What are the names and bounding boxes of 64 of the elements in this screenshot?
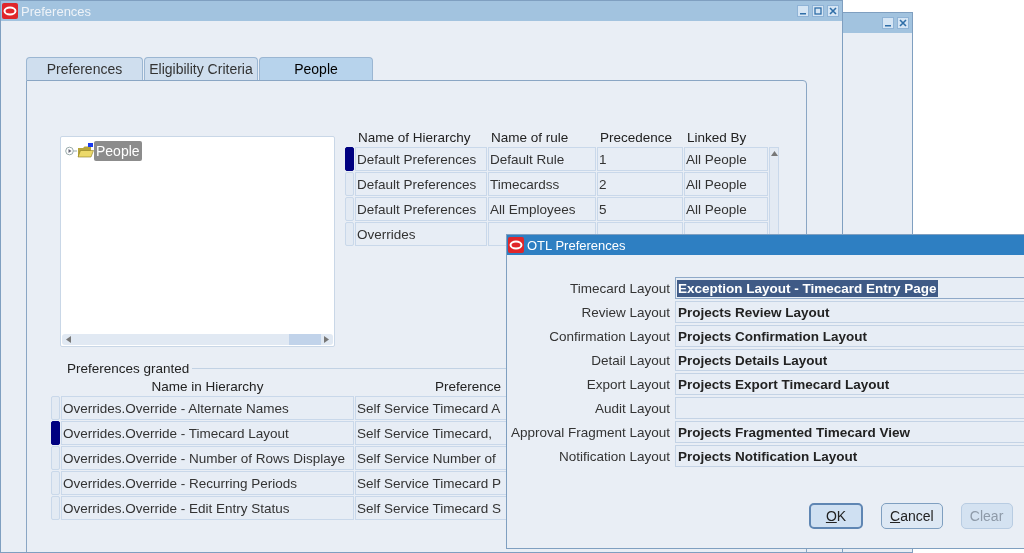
close-button[interactable] <box>827 5 839 17</box>
field-label: Timecard Layout <box>568 280 670 296</box>
close-button[interactable] <box>897 17 909 29</box>
table-cell: Overrides.Override - Alternate Names <box>61 396 354 420</box>
input-field[interactable] <box>675 397 1024 419</box>
table-cell: 1 <box>597 147 683 171</box>
table-cell: All People <box>684 147 768 171</box>
tab[interactable]: People <box>259 57 373 80</box>
column-header: Name in Hierarchy <box>150 379 265 395</box>
column-header: Precedence <box>599 130 674 146</box>
minimize-button[interactable] <box>797 5 809 17</box>
dialog-title: OTL Preferences <box>527 237 627 253</box>
expand-icon[interactable] <box>65 146 77 156</box>
scroll-right-icon[interactable] <box>324 336 329 343</box>
maximize-button[interactable] <box>812 5 824 17</box>
scroll-up-icon[interactable] <box>770 151 778 156</box>
input-field[interactable]: Projects Fragmented Timecard View <box>675 421 1024 443</box>
table-cell: Overrides.Override - Number of Rows Displaye <box>61 446 354 470</box>
table-cell: Overrides.Override - Timecard Layout <box>61 421 354 445</box>
table-cell: Default Rule <box>488 147 596 171</box>
tab[interactable]: Preferences <box>26 57 143 80</box>
column-header: Preference <box>435 379 502 395</box>
window-title: Preferences <box>21 3 93 19</box>
group-title: Preferences granted <box>66 361 191 376</box>
tab[interactable]: Eligibility Criteria <box>144 57 258 80</box>
table-cell: Default Preferences <box>355 197 487 221</box>
dialog-button[interactable]: Cancel <box>881 503 943 529</box>
close-icon <box>829 7 837 15</box>
input-field[interactable]: Exception Layout - Timecard Entry Page <box>675 277 1024 299</box>
dialog-button[interactable]: OK <box>809 503 863 529</box>
minimize-button[interactable] <box>882 17 894 29</box>
field-label: Detail Layout <box>590 352 670 368</box>
field-label: Confirmation Layout <box>548 328 670 344</box>
input-field[interactable]: Projects Details Layout <box>675 349 1024 371</box>
input-field[interactable]: Projects Review Layout <box>675 301 1024 323</box>
close-icon <box>899 19 907 27</box>
table-cell: Overrides.Override - Recurring Periods <box>61 471 354 495</box>
field-label: Export Layout <box>585 376 670 392</box>
table-cell: All People <box>684 172 768 196</box>
table-cell: Overrides <box>355 222 487 246</box>
table-cell: 5 <box>597 197 683 221</box>
column-header: Linked By <box>686 130 748 146</box>
input-field[interactable]: Projects Export Timecard Layout <box>675 373 1024 395</box>
table-cell: Default Preferences <box>355 147 487 171</box>
table-cell: All People <box>684 197 768 221</box>
maximize-icon <box>814 7 822 15</box>
logo-icon <box>2 3 18 19</box>
table-cell: All Employees <box>488 197 596 221</box>
horizontal-scrollbar[interactable] <box>62 334 333 345</box>
table-cell: Default Preferences <box>355 172 487 196</box>
logo-icon <box>508 237 524 253</box>
column-header: Name of Hierarchy <box>357 130 472 146</box>
column-header: Name of rule <box>490 130 570 146</box>
folder-icon <box>77 143 94 159</box>
scrollbar-thumb[interactable] <box>289 334 321 345</box>
scroll-left-icon[interactable] <box>66 336 71 343</box>
row-indicator[interactable] <box>51 421 60 445</box>
input-field[interactable]: Projects Confirmation Layout <box>675 325 1024 347</box>
table-cell: 2 <box>597 172 683 196</box>
table-cell: Timecardss <box>488 172 596 196</box>
input-field[interactable]: Projects Notification Layout <box>675 445 1024 467</box>
field-label: Review Layout <box>580 304 670 320</box>
table-cell: Overrides.Override - Edit Entry Status <box>61 496 354 520</box>
row-indicator[interactable] <box>345 147 354 171</box>
